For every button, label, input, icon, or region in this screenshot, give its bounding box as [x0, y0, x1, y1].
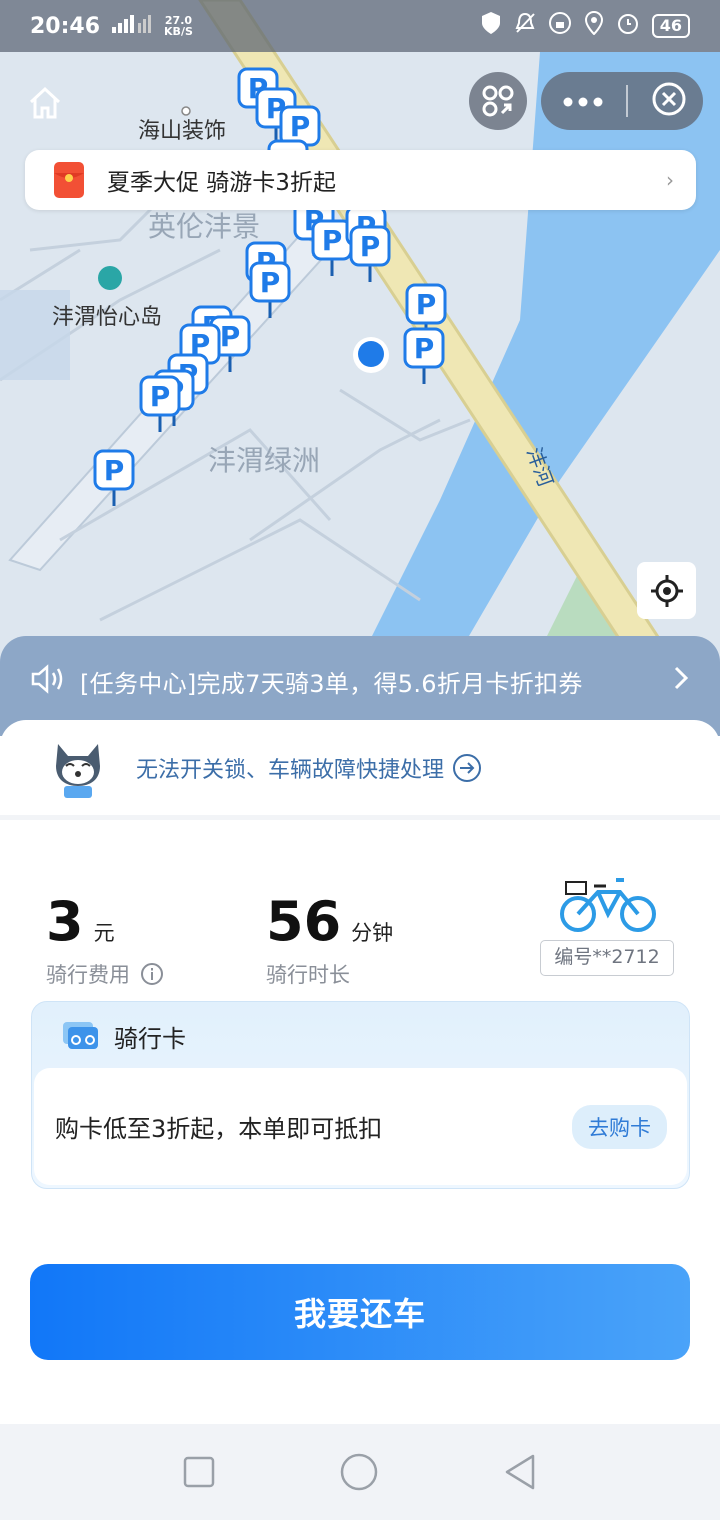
home-button[interactable]	[28, 86, 62, 124]
chevron-right-icon: ›	[666, 168, 674, 192]
lock-rotation-icon	[548, 11, 572, 41]
locate-me-button[interactable]	[637, 562, 696, 619]
home-icon	[29, 86, 61, 119]
buy-card-button[interactable]: 去购卡	[572, 1104, 667, 1149]
back-button[interactable]	[502, 1453, 538, 1491]
ride-card-icon	[63, 1022, 98, 1049]
parking-marker-label: P	[104, 454, 125, 487]
fault-help-row[interactable]: 无法开关锁、车辆故障快捷处理	[0, 720, 720, 820]
system-nav-bar	[0, 1424, 720, 1520]
parking-marker-label: P	[290, 110, 311, 143]
map-label-yinglun: 英伦沣景	[148, 210, 260, 243]
home-nav-button[interactable]	[339, 1452, 379, 1492]
parking-marker-label: P	[414, 332, 435, 365]
info-icon[interactable]	[140, 962, 164, 986]
fee-value: 3	[46, 890, 84, 953]
parking-marker-label: P	[322, 224, 343, 257]
bike-info: 编号**2712	[540, 878, 680, 990]
shield-icon	[480, 11, 502, 41]
ride-sheet: 无法开关锁、车辆故障快捷处理 3元 骑行费用 56 分钟 骑行时长 编号**271…	[0, 720, 720, 1425]
more-dots-icon	[563, 97, 603, 106]
ride-stats: 3元 骑行费用 56 分钟 骑行时长 编号**2712	[46, 878, 686, 990]
fee-label: 骑行费用	[46, 963, 130, 987]
promo-banner[interactable]: 夏季大促 骑游卡3折起 ›	[25, 150, 696, 210]
ride-card-offer: 购卡低至3折起，本单即可抵扣	[55, 1115, 383, 1143]
duration-value: 56	[266, 890, 342, 953]
map-label-yixindao: 沣渭怡心岛	[52, 305, 162, 330]
scan-button[interactable]	[469, 72, 527, 130]
ride-card-panel: 骑行卡 购卡低至3折起，本单即可抵扣 去购卡	[31, 1001, 690, 1189]
parking-marker-label: P	[260, 266, 281, 299]
bicycle-icon	[560, 878, 656, 932]
bell-off-icon	[514, 11, 536, 41]
notice-text: [任务中心]完成7天骑3单，得5.6折月卡折扣券	[80, 670, 583, 698]
close-button[interactable]	[651, 81, 687, 121]
user-location-dot	[358, 341, 384, 367]
duration-stat: 56 分钟 骑行时长	[266, 890, 393, 989]
duration-label: 骑行时长	[266, 963, 350, 987]
signal-icon	[110, 13, 154, 39]
fault-help-text: 无法开关锁、车辆故障快捷处理	[136, 757, 445, 783]
crosshair-icon	[650, 574, 683, 607]
status-bar: 20:46 27.0 KB/S 46	[0, 0, 720, 52]
arrow-circle-right-icon	[453, 753, 482, 782]
map-label-haishan: 海山装饰	[138, 119, 226, 144]
close-icon	[652, 82, 686, 116]
battery-indicator: 46	[651, 14, 690, 38]
net-speed: 27.0 KB/S	[164, 15, 193, 37]
more-button[interactable]	[563, 92, 603, 111]
parking-marker-label: P	[220, 320, 241, 353]
net-speed-unit: KB/S	[164, 25, 193, 38]
alarm-icon	[616, 11, 640, 41]
mini-program-controls	[469, 72, 703, 130]
return-bike-button[interactable]: 我要还车	[30, 1264, 690, 1360]
duration-unit: 分钟	[351, 921, 394, 945]
red-packet-icon	[54, 162, 84, 198]
recent-apps-button[interactable]	[182, 1455, 216, 1489]
husky-mascot-icon	[56, 743, 100, 798]
promo-text: 夏季大促 骑游卡3折起	[107, 170, 336, 196]
parking-marker-label: P	[416, 288, 437, 321]
parking-marker-label: P	[150, 380, 171, 413]
bike-id: 编号**2712	[540, 940, 674, 976]
parking-marker-label: P	[360, 230, 381, 263]
location-pin-icon	[584, 10, 604, 41]
map-label-lvzhou: 沣渭绿洲	[208, 444, 320, 477]
fee-stat: 3元 骑行费用	[46, 890, 164, 989]
ride-card-title: 骑行卡	[114, 1024, 186, 1053]
scan-icon	[482, 85, 514, 117]
fee-unit: 元	[93, 921, 115, 945]
speaker-icon	[31, 664, 63, 694]
status-time: 20:46	[30, 13, 101, 39]
chevron-right-icon	[674, 666, 689, 690]
capsule-menu	[541, 72, 703, 130]
